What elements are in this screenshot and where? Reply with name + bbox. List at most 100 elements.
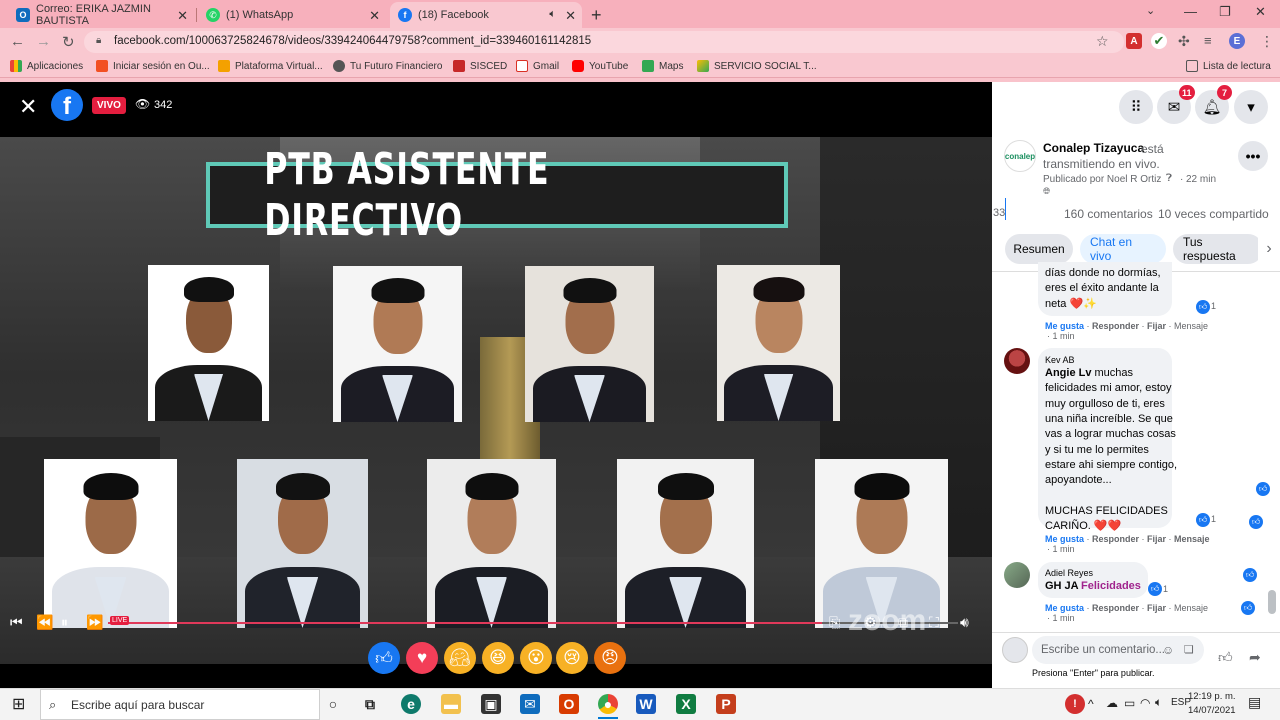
url-text[interactable]: facebook.com/100063725824678/videos/3394…: [114, 35, 591, 47]
wow-reaction-button[interactable]: 😮︎: [520, 642, 552, 674]
tab-whatsapp[interactable]: ✆ (1) WhatsApp ✕: [198, 2, 386, 28]
reload-icon[interactable]: ↻: [62, 33, 75, 51]
volume-tray-icon[interactable]: 🔈︎: [1155, 695, 1162, 710]
security-alert-icon[interactable]: !: [1065, 694, 1085, 714]
facebook-logo[interactable]: f: [51, 89, 83, 121]
onedrive-icon[interactable]: ☁: [1106, 696, 1118, 710]
comment-author[interactable]: Adiel Reyes: [1045, 568, 1093, 578]
check-extension-icon[interactable]: ✔: [1151, 33, 1167, 49]
captions-icon[interactable]: ⎘: [829, 614, 840, 631]
excel-icon[interactable]: X: [676, 694, 696, 714]
battery-icon[interactable]: ▭: [1124, 696, 1135, 710]
message-link[interactable]: Mensaje: [1174, 321, 1208, 331]
pin-link[interactable]: Fijar: [1147, 321, 1166, 331]
love-reaction-button[interactable]: ♥: [406, 642, 438, 674]
reply-link[interactable]: Responder: [1092, 603, 1139, 613]
commenter-avatar[interactable]: [1004, 562, 1030, 588]
share-icon[interactable]: ➦: [1249, 649, 1261, 666]
bookmark-item[interactable]: Tu Futuro Financiero: [333, 60, 442, 72]
pin-link[interactable]: Fijar: [1147, 534, 1166, 544]
tab-tus-respuestas[interactable]: Tus respuesta: [1173, 234, 1263, 264]
comment-input[interactable]: Escribe un comentario...: [1032, 636, 1204, 664]
speaker-icon[interactable]: 🔈︎: [549, 8, 556, 21]
published-by[interactable]: Publicado por Noel R Ortiz: [1043, 174, 1161, 185]
mail-icon[interactable]: ✉: [520, 694, 540, 714]
like-reaction-button[interactable]: 👍︎: [368, 642, 400, 674]
bookmark-star-icon[interactable]: ☆: [1096, 33, 1109, 50]
windows-start-icon[interactable]: ⊞: [12, 694, 25, 714]
pdf-extension-icon[interactable]: A: [1126, 33, 1142, 49]
notification-center-icon[interactable]: ▤: [1248, 694, 1261, 711]
fullscreen-icon[interactable]: ⛶: [929, 614, 939, 631]
emoji-icon[interactable]: ☺: [1162, 643, 1174, 657]
tab-resumen[interactable]: Resumen: [1005, 234, 1073, 264]
tab-search-icon[interactable]: ⌄: [1146, 4, 1155, 17]
reading-list[interactable]: Lista de lectura: [1186, 60, 1271, 72]
clock-date[interactable]: 14/07/2021: [1188, 705, 1236, 716]
word-icon[interactable]: W: [636, 694, 656, 714]
bookmark-apps[interactable]: Aplicaciones: [10, 60, 83, 72]
tab-outlook[interactable]: O Correo: ERIKA JAZMIN BAUTISTA ✕: [8, 2, 194, 28]
sticker-icon[interactable]: ❏: [1184, 643, 1194, 656]
wifi-icon[interactable]: ◠: [1140, 696, 1150, 710]
close-video-icon[interactable]: ✕: [19, 94, 37, 120]
close-tab-icon[interactable]: ✕: [369, 8, 380, 24]
bookmark-item[interactable]: Iniciar sesión en Ou...: [96, 60, 210, 72]
like-comment-link[interactable]: Me gusta: [1045, 534, 1084, 544]
like-comment-link[interactable]: Me gusta: [1045, 603, 1084, 613]
settings-gear-icon[interactable]: ⚙: [864, 614, 877, 631]
bookmark-item[interactable]: SISCED: [453, 60, 507, 72]
message-link[interactable]: Mensaje: [1174, 534, 1210, 544]
reply-link[interactable]: Responder: [1092, 321, 1139, 331]
reaction-count-cut[interactable]: 33: [993, 207, 1005, 219]
progress-bar[interactable]: [108, 622, 822, 624]
bookmark-item[interactable]: SERVICIO SOCIAL T...: [697, 60, 817, 72]
tab-facebook[interactable]: f (18) Facebook 🔈︎ ✕: [390, 2, 582, 28]
close-tab-icon[interactable]: ✕: [177, 8, 188, 24]
miniplayer-icon[interactable]: ⧉: [898, 614, 908, 631]
store-icon[interactable]: ▣: [481, 694, 501, 714]
like-comment-link[interactable]: Me gusta: [1045, 321, 1084, 331]
maximize-button[interactable]: ❐: [1219, 4, 1231, 20]
minimize-button[interactable]: —: [1184, 4, 1197, 19]
powerpoint-icon[interactable]: P: [716, 694, 736, 714]
fast-forward-icon[interactable]: ⏩: [86, 614, 103, 631]
show-hidden-icons[interactable]: ^: [1088, 697, 1094, 711]
tab-chat-en-vivo[interactable]: Chat en vivo: [1080, 234, 1166, 264]
media-control-icon[interactable]: ≡: [1204, 33, 1212, 48]
clock-time[interactable]: 12:19 p. m.: [1188, 691, 1236, 702]
sad-reaction-button[interactable]: 😢︎: [556, 642, 588, 674]
post-time[interactable]: 22 min: [1186, 174, 1216, 185]
volume-icon[interactable]: 🔊︎: [960, 614, 969, 631]
new-tab-button[interactable]: +: [591, 5, 602, 26]
account-menu-button[interactable]: ▾: [1234, 90, 1268, 124]
panel-scrollbar[interactable]: [1268, 590, 1276, 614]
page-avatar[interactable]: conalep: [1004, 140, 1036, 172]
bookmark-item[interactable]: Gmail: [516, 60, 559, 72]
back-icon[interactable]: ←: [10, 33, 25, 50]
close-tab-icon[interactable]: ✕: [565, 8, 576, 24]
chrome-icon[interactable]: ●: [598, 694, 618, 714]
rewind-icon[interactable]: ⏪: [36, 614, 53, 631]
post-options-button[interactable]: •••: [1238, 141, 1268, 171]
bookmark-item[interactable]: YouTube: [572, 60, 628, 72]
skip-back-icon[interactable]: ⏮: [10, 614, 23, 631]
commenter-avatar[interactable]: [1004, 348, 1030, 374]
office-icon[interactable]: O: [559, 694, 579, 714]
cortana-icon[interactable]: ○: [323, 694, 343, 714]
taskbar-search[interactable]: ⌕ Escribe aquí para buscar: [40, 689, 320, 720]
forward-icon[interactable]: →: [36, 33, 51, 50]
shares-count[interactable]: 10 veces compartido: [1158, 207, 1269, 221]
profile-avatar[interactable]: E: [1229, 33, 1245, 49]
lock-icon[interactable]: 🔒︎: [96, 35, 101, 46]
edge-icon[interactable]: e: [401, 694, 421, 714]
close-window-button[interactable]: ✕: [1255, 4, 1266, 20]
extensions-icon[interactable]: ✣: [1178, 33, 1190, 50]
reply-link[interactable]: Responder: [1092, 534, 1139, 544]
bookmark-item[interactable]: Maps: [642, 60, 683, 72]
like-post-icon[interactable]: 👍︎: [1218, 649, 1233, 666]
care-reaction-button[interactable]: 🤗︎: [444, 642, 476, 674]
file-explorer-icon[interactable]: ▬: [441, 694, 461, 714]
tabs-next-icon[interactable]: ›: [1258, 234, 1280, 264]
task-view-icon[interactable]: ⧉: [360, 694, 380, 714]
